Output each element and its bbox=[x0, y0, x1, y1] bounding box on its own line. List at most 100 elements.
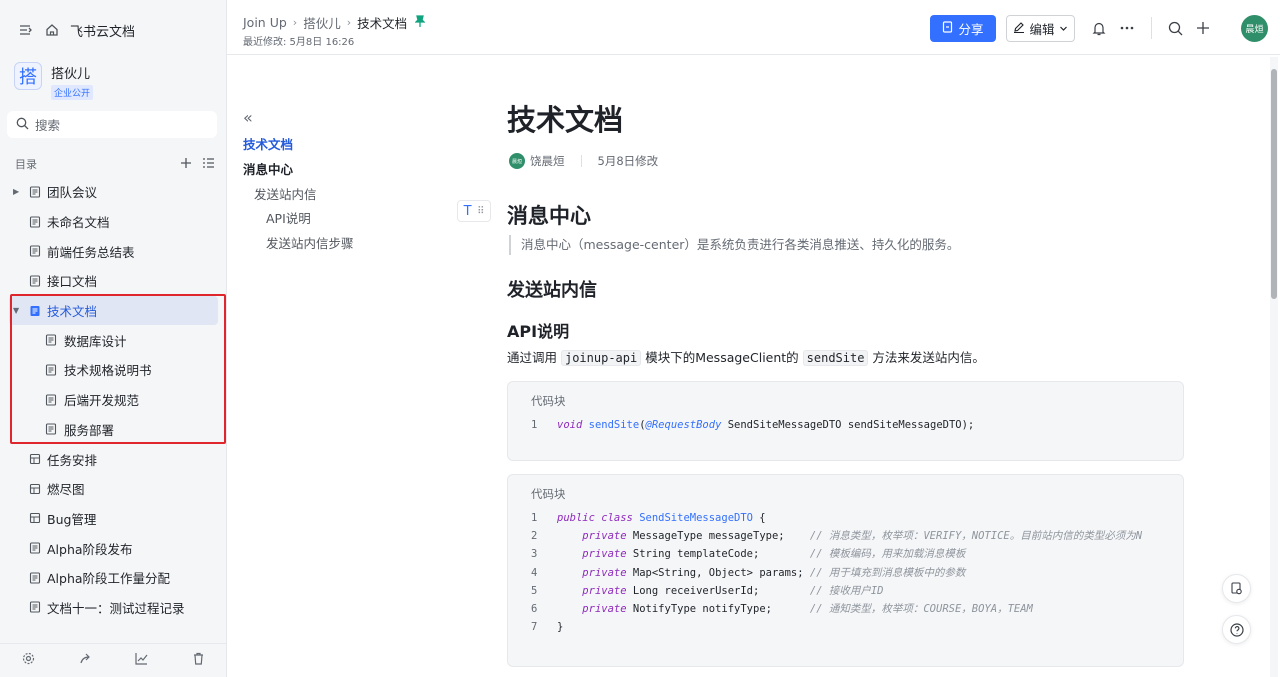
code-token: private bbox=[582, 530, 627, 543]
heading-1[interactable]: 消息中心 bbox=[507, 200, 591, 230]
add-icon[interactable] bbox=[180, 157, 192, 172]
sidebar-item[interactable]: ▶ 团队会议 bbox=[0, 177, 227, 207]
code-token: { bbox=[752, 512, 766, 524]
modified-date: 5月8日修改 bbox=[597, 154, 659, 168]
sidebar-item-label: 团队会议 bbox=[47, 185, 98, 201]
code-token: Map<String, Object> params; bbox=[626, 566, 810, 579]
lock-icon bbox=[942, 21, 953, 36]
pin-icon[interactable] bbox=[414, 15, 426, 30]
caret-right-icon[interactable]: ▶ bbox=[13, 187, 19, 196]
code-token: String templateCode; bbox=[626, 548, 810, 561]
share-button[interactable]: 分享 bbox=[930, 15, 996, 42]
text-type-icon: T bbox=[463, 203, 472, 219]
sidebar-item[interactable]: Alpha阶段工作量分配 bbox=[0, 563, 227, 593]
home-link[interactable]: 飞书云文档 bbox=[70, 21, 135, 40]
code-line: 1 public class SendSiteMessageDTO { bbox=[508, 509, 1183, 527]
code-line: 3 private String templateCode; // 模板编码，用… bbox=[508, 545, 1183, 563]
heading-2[interactable]: 发送站内信 bbox=[507, 276, 597, 302]
scrollbar[interactable] bbox=[1270, 57, 1278, 677]
line-number: 2 bbox=[531, 530, 538, 543]
collapse-outline-icon[interactable]: « bbox=[243, 108, 253, 128]
sidebar-item-label: Bug管理 bbox=[47, 511, 97, 527]
sidebar-item[interactable]: 燃尽图 bbox=[0, 474, 227, 504]
top-bar: Join Up › 搭伙儿 › 技术文档 最近修改: 5月8日 16:26 分享… bbox=[227, 0, 1280, 55]
settings-icon[interactable] bbox=[22, 652, 35, 669]
crumb-item[interactable]: 搭伙儿 bbox=[303, 13, 341, 32]
doc-info-button[interactable] bbox=[1222, 574, 1251, 603]
space-badge: 企业公开 bbox=[51, 85, 94, 100]
crumb-item[interactable]: Join Up bbox=[243, 15, 287, 30]
author-name[interactable]: 饶晨烜 bbox=[530, 153, 565, 169]
code-token: SendSiteMessageDTO bbox=[639, 512, 753, 524]
sidebar-item-label: 前端任务总结表 bbox=[47, 244, 135, 260]
plus-icon[interactable] bbox=[1194, 19, 1212, 37]
code-token: sendSite bbox=[588, 419, 640, 431]
code-token: private bbox=[582, 602, 627, 615]
sidebar-item[interactable]: 任务安排 bbox=[0, 444, 227, 474]
outline-item[interactable]: API说明 bbox=[266, 208, 311, 227]
sidebar-item[interactable]: 未命名文档 bbox=[0, 207, 227, 237]
list-view-icon[interactable] bbox=[202, 157, 215, 172]
sidebar-item[interactable]: Alpha阶段发布 bbox=[0, 533, 227, 563]
sidebar-item-label: 任务安排 bbox=[47, 452, 98, 468]
code-block-label: 代码块 bbox=[531, 394, 566, 408]
sidebar-search[interactable]: 搜索 bbox=[7, 111, 217, 138]
toc-header: 目录 bbox=[15, 156, 215, 172]
help-icon[interactable] bbox=[1222, 615, 1251, 644]
outline-item[interactable]: 发送站内信 bbox=[254, 184, 317, 203]
code-source: void sendSite(@RequestBody SendSiteMessa… bbox=[557, 416, 974, 434]
stats-icon[interactable] bbox=[135, 652, 148, 669]
quote-block[interactable]: 消息中心（message-center）是系统负责进行各类消息推送、持久化的服务… bbox=[509, 235, 959, 255]
paragraph[interactable]: 通过调用 joinup-api 模块下的MessageClient的 sendS… bbox=[507, 347, 985, 366]
toc-label: 目录 bbox=[15, 158, 37, 171]
code-token: private bbox=[582, 584, 627, 597]
code-source: private Map<String, Object> params; // 用… bbox=[557, 564, 965, 582]
document-title[interactable]: 技术文档 bbox=[507, 100, 1184, 140]
trash-icon[interactable] bbox=[192, 652, 205, 669]
heading-3[interactable]: API说明 bbox=[507, 318, 569, 342]
scrollbar-thumb[interactable] bbox=[1271, 69, 1277, 299]
outline-item[interactable]: 技术文档 bbox=[243, 134, 293, 153]
outline-item[interactable]: 发送站内信步骤 bbox=[266, 233, 354, 252]
code-token: // 通知类型，枚举项：COURSE，BOYA，TEAM bbox=[809, 602, 1033, 615]
paragraph-text: 通过调用 bbox=[507, 350, 561, 365]
code-line: 1 void sendSite(@RequestBody SendSiteMess… bbox=[508, 416, 1183, 434]
search-icon bbox=[16, 117, 29, 133]
space-header[interactable]: 搭 搭伙儿 企业公开 bbox=[14, 62, 94, 100]
doc-icon bbox=[29, 601, 41, 614]
outline-item[interactable]: 消息中心 bbox=[243, 159, 293, 178]
crumb-current[interactable]: 技术文档 bbox=[357, 13, 407, 32]
document-meta: 晨烜 饶晨烜 5月8日修改 bbox=[509, 153, 658, 169]
pencil-icon bbox=[1013, 21, 1025, 36]
sidebar-item[interactable]: 前端任务总结表 bbox=[0, 236, 227, 266]
document-body: 技术文档 晨烜 饶晨烜 5月8日修改 消息中心 消息中心（message-cen… bbox=[507, 100, 1184, 667]
bell-icon[interactable] bbox=[1090, 19, 1108, 37]
code-block[interactable]: 代码块 1 void sendSite(@RequestBody SendSite… bbox=[507, 381, 1184, 461]
user-avatar[interactable]: 晨烜 bbox=[1241, 15, 1268, 42]
edit-button[interactable]: 编辑 bbox=[1006, 15, 1075, 42]
drag-handle-icon[interactable]: ⠿ bbox=[477, 206, 484, 217]
divider bbox=[580, 155, 582, 167]
collapse-sidebar-icon[interactable] bbox=[18, 22, 34, 38]
sidebar-item[interactable]: Bug管理 bbox=[0, 504, 227, 534]
line-number: 5 bbox=[531, 584, 538, 597]
line-number: 4 bbox=[531, 566, 538, 579]
more-icon[interactable] bbox=[1118, 19, 1136, 37]
code-source: private String templateCode; // 模板编码，用来加… bbox=[557, 545, 965, 563]
sidebar-item[interactable]: 接口文档 bbox=[0, 266, 227, 296]
share-out-icon[interactable] bbox=[79, 652, 92, 669]
code-block[interactable]: 代码块 1 public class SendSiteMessageDTO {2 … bbox=[507, 474, 1184, 667]
sidebar-bottom-bar bbox=[0, 643, 227, 677]
sidebar-item[interactable]: 文档十一：测试过程记录 bbox=[0, 593, 227, 623]
search-icon[interactable] bbox=[1166, 19, 1184, 37]
block-type-handle[interactable]: T ⠿ bbox=[457, 200, 491, 222]
app: 飞书云文档 搭 搭伙儿 企业公开 搜索 目录 ▶ 团队会议 未命名文档 前端任务… bbox=[0, 0, 1280, 677]
sidebar-item-label: 未命名文档 bbox=[47, 215, 110, 231]
home-icon[interactable] bbox=[44, 22, 60, 38]
code-lines: 1 public class SendSiteMessageDTO { 2 priv… bbox=[508, 509, 1183, 636]
line-number: 3 bbox=[531, 548, 538, 561]
line-number: 1 bbox=[531, 512, 538, 524]
doc-icon bbox=[29, 542, 41, 554]
